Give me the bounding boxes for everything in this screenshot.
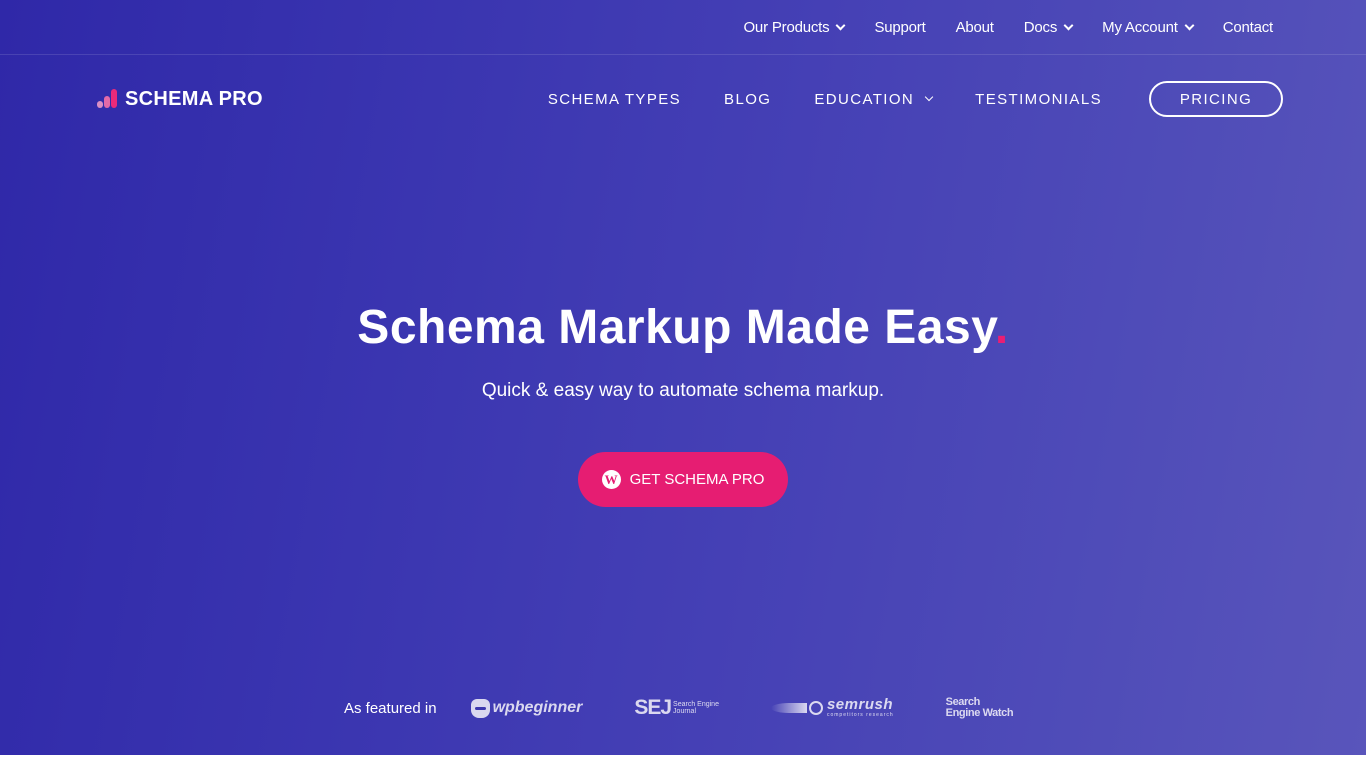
get-schema-pro-button[interactable]: W GET SCHEMA PRO (578, 452, 788, 507)
wpbeginner-logo: wpbeginner (470, 698, 583, 718)
sew-text-2: Engine Watch (945, 707, 1014, 719)
logo-text: SCHEMA PRO (125, 87, 263, 110)
semrush-text: semrush (826, 696, 893, 713)
top-nav-contact[interactable]: Contact (1223, 19, 1273, 36)
sej-text: SEJ (634, 696, 672, 719)
nav-schema-types[interactable]: SCHEMA TYPES (548, 91, 681, 108)
sej-subtext-1: Search Engine (673, 701, 719, 708)
headline-text: Schema Markup Made Easy (357, 301, 995, 354)
wpbeginner-text: wpbeginner (492, 699, 583, 716)
nav-education[interactable]: EDUCATION (814, 90, 934, 108)
top-nav-support[interactable]: Support (874, 19, 925, 36)
semrush-subtext: competitors research (826, 712, 894, 718)
nav-label: BLOG (724, 90, 772, 108)
top-nav-my-account[interactable]: My Account (1102, 19, 1195, 36)
wpbeginner-mascot-icon (470, 698, 490, 718)
top-nav-about[interactable]: About (956, 19, 994, 36)
sej-logo: SEJ Search Engine Journal (634, 696, 719, 720)
semrush-logo: semrush competitors research (770, 696, 894, 718)
featured-in-strip: As featured in wpbeginner SEJ Search Eng… (344, 692, 1065, 724)
top-nav-docs[interactable]: Docs (1023, 19, 1074, 36)
pricing-button[interactable]: PRICING (1149, 81, 1283, 117)
top-nav-label: Support (874, 19, 926, 36)
top-nav-label: My Account (1102, 19, 1178, 36)
nav-label: TESTIMONIALS (975, 90, 1102, 108)
top-nav: Our Products Support About Docs My Accou… (743, 0, 1273, 55)
wordpress-icon: W (601, 470, 621, 489)
top-nav-our-products[interactable]: Our Products (743, 19, 846, 36)
top-utility-bar: Our Products Support About Docs My Accou… (0, 0, 1366, 55)
bar-chart-logo-icon (97, 88, 119, 110)
semrush-ball-icon (808, 701, 823, 715)
top-nav-label: Docs (1023, 19, 1058, 36)
sej-subtext-2: Journal (673, 708, 697, 715)
top-nav-label: Contact (1222, 19, 1273, 36)
featured-label: As featured in (344, 699, 437, 717)
hero-headline: Schema Markup Made Easy. (0, 300, 1366, 355)
chevron-down-icon (835, 20, 846, 31)
top-nav-label: Our Products (743, 19, 830, 36)
search-engine-watch-logo: Search Engine Watch (946, 697, 1014, 719)
chevron-down-icon (924, 92, 934, 102)
semrush-flame-icon (770, 703, 807, 713)
nav-testimonials[interactable]: TESTIMONIALS (975, 91, 1102, 108)
site-logo[interactable]: SCHEMA PRO (97, 86, 263, 112)
top-nav-label: About (955, 19, 994, 36)
chevron-down-icon (1063, 20, 1074, 31)
cta-label: GET SCHEMA PRO (629, 471, 765, 488)
nav-label: SCHEMA TYPES (547, 90, 682, 108)
chevron-down-icon (1184, 20, 1195, 31)
hero-section: Our Products Support About Docs My Accou… (0, 0, 1366, 755)
main-nav: SCHEMA TYPES BLOG EDUCATION TESTIMONIALS… (548, 81, 1283, 117)
pricing-label: PRICING (1179, 90, 1253, 108)
nav-label: EDUCATION (814, 90, 915, 108)
headline-accent-dot: . (994, 301, 1009, 354)
nav-blog[interactable]: BLOG (724, 91, 771, 108)
hero-subheadline: Quick & easy way to automate schema mark… (481, 380, 885, 401)
